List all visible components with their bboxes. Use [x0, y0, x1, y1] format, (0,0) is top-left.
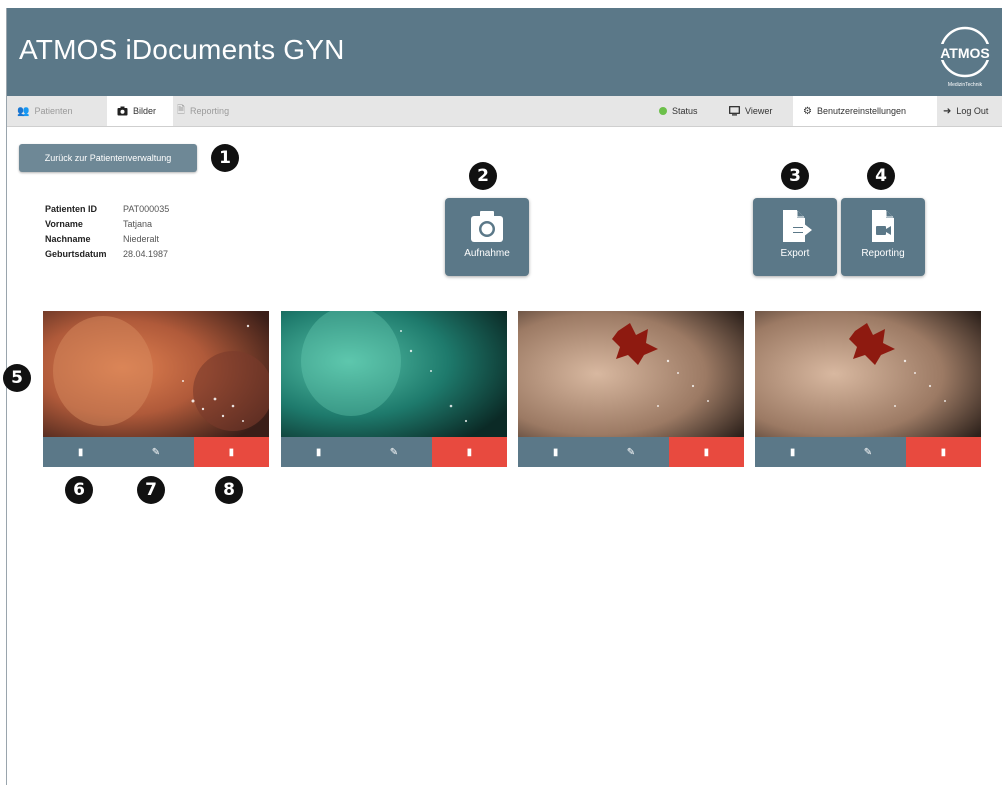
- trash-icon: ▮: [228, 446, 235, 458]
- thumbnail-2-edit-button[interactable]: ✎: [356, 437, 432, 467]
- nav-settings[interactable]: ⚙ Benutzereinstellungen: [793, 96, 937, 126]
- trash-icon: ▮: [703, 446, 710, 458]
- users-icon: 👥: [17, 105, 30, 117]
- marker-8: 8: [215, 476, 243, 504]
- marker-2: 2: [469, 162, 497, 190]
- thumbnail-3-toolbar: ▮ ✎ ▮: [518, 437, 744, 467]
- first-name-value: Tatjana: [123, 219, 153, 229]
- app-frame: ATMOS iDocuments GYN ATMOS MedizinTechni…: [3, 8, 1002, 785]
- gear-icon: ⚙: [803, 105, 812, 117]
- document-icon: ▮: [552, 446, 559, 458]
- nav-logout-label: Log Out: [956, 106, 989, 116]
- nav-status[interactable]: Status: [659, 96, 698, 126]
- marker-4: 4: [867, 162, 895, 190]
- reporting-label: Reporting: [861, 248, 905, 259]
- edit-icon: ✎: [389, 446, 399, 458]
- edit-icon: ✎: [626, 446, 636, 458]
- app-header: ATMOS iDocuments GYN ATMOS MedizinTechni…: [7, 8, 1002, 96]
- first-name-row: Vorname Tatjana: [45, 217, 169, 232]
- nav-viewer[interactable]: Viewer: [729, 96, 772, 126]
- thumbnail-1-document-button[interactable]: ▮: [43, 437, 119, 467]
- patient-id-row: Patienten ID PAT000035: [45, 202, 169, 217]
- birthdate-label: Geburtsdatum: [45, 249, 107, 259]
- nav-settings-label: Benutzereinstellungen: [816, 106, 907, 116]
- marker-6: 6: [65, 476, 93, 504]
- nav-status-label: Status: [672, 106, 698, 116]
- birthdate-value: 28.04.1987: [123, 249, 169, 259]
- camera-icon: [117, 106, 128, 116]
- thumbnail-3-delete-button[interactable]: ▮: [668, 437, 744, 467]
- first-name-label: Vorname: [45, 219, 83, 229]
- document-icon: ▮: [77, 446, 84, 458]
- marker-5: 5: [3, 364, 31, 392]
- export-label: Export: [780, 248, 810, 259]
- thumbnail-1-edit-button[interactable]: ✎: [118, 437, 194, 467]
- thumbnail-1-toolbar: ▮ ✎ ▮: [43, 437, 269, 467]
- navbar: 👥 Patienten Bilder 🗎 Reporting Status Vi…: [7, 96, 1002, 127]
- logout-icon: ➜: [943, 105, 952, 117]
- endoscopy-image-4[interactable]: [755, 311, 981, 437]
- thumbnail-4-document-button[interactable]: ▮: [755, 437, 831, 467]
- tab-patienten-label: Patienten: [34, 106, 73, 116]
- camera-icon: [471, 211, 503, 242]
- image-thumbnail-3[interactable]: ▮ ✎ ▮: [518, 311, 744, 469]
- document-icon: 🗎: [177, 104, 186, 116]
- marker-1: 1: [211, 144, 239, 172]
- nav-viewer-label: Viewer: [745, 106, 773, 116]
- export-button[interactable]: Export: [753, 198, 837, 276]
- marker-7: 7: [137, 476, 165, 504]
- last-name-label: Nachname: [45, 234, 91, 244]
- thumbnail-4-delete-button[interactable]: ▮: [905, 437, 981, 467]
- document-icon: ▮: [789, 446, 796, 458]
- reporting-button[interactable]: Reporting: [841, 198, 925, 276]
- back-to-patient-management-button[interactable]: Zurück zur Patientenverwaltung: [19, 144, 197, 172]
- capture-button[interactable]: Aufnahme: [445, 198, 529, 276]
- edit-icon: ✎: [863, 446, 873, 458]
- birthdate-row: Geburtsdatum 28.04.1987: [45, 247, 169, 262]
- trash-icon: ▮: [940, 446, 947, 458]
- logo-text: ATMOS: [940, 45, 990, 61]
- document-icon: ▮: [315, 446, 322, 458]
- trash-icon: ▮: [466, 446, 473, 458]
- tab-bilder[interactable]: Bilder: [107, 96, 173, 126]
- last-name-value: Niederalt: [123, 234, 160, 244]
- endoscopy-image-1[interactable]: [43, 311, 269, 437]
- file-export-icon: [783, 210, 812, 242]
- last-name-row: Nachname Niederalt: [45, 232, 169, 247]
- marker-3: 3: [781, 162, 809, 190]
- app-title: ATMOS iDocuments GYN: [19, 34, 345, 65]
- nav-logout[interactable]: ➜ Log Out: [943, 96, 988, 126]
- thumbnail-2-toolbar: ▮ ✎ ▮: [281, 437, 507, 467]
- patient-id-label: Patienten ID: [45, 204, 98, 214]
- endoscopy-image-2[interactable]: [281, 311, 507, 437]
- thumbnail-2-document-button[interactable]: ▮: [281, 437, 357, 467]
- tab-reporting-label: Reporting: [190, 106, 230, 116]
- thumbnail-4-toolbar: ▮ ✎ ▮: [755, 437, 981, 467]
- patient-id-value: PAT000035: [123, 204, 170, 214]
- tab-bilder-label: Bilder: [133, 106, 157, 116]
- status-dot-icon: [659, 107, 667, 115]
- image-thumbnail-2[interactable]: ▮ ✎ ▮: [281, 311, 507, 469]
- monitor-icon: [729, 106, 740, 116]
- atmos-logo: ATMOS MedizinTechnik: [935, 26, 995, 88]
- image-thumbnail-1[interactable]: ▮ ✎ ▮: [43, 311, 269, 469]
- thumbnail-3-document-button[interactable]: ▮: [518, 437, 594, 467]
- thumbnail-2-delete-button[interactable]: ▮: [431, 437, 507, 467]
- capture-label: Aufnahme: [464, 248, 510, 259]
- thumbnail-3-edit-button[interactable]: ✎: [593, 437, 669, 467]
- logo-subtext: MedizinTechnik: [948, 82, 983, 88]
- tab-reporting[interactable]: 🗎 Reporting: [173, 96, 233, 126]
- file-video-icon: [872, 210, 894, 242]
- thumbnail-4-edit-button[interactable]: ✎: [830, 437, 906, 467]
- tab-patienten[interactable]: 👥 Patienten: [7, 96, 107, 126]
- patient-info: Patienten ID PAT000035 Vorname Tatjana N…: [45, 202, 169, 262]
- image-thumbnail-4[interactable]: ▮ ✎ ▮: [755, 311, 981, 469]
- edit-icon: ✎: [151, 446, 161, 458]
- thumbnail-1-delete-button[interactable]: ▮: [193, 437, 269, 467]
- endoscopy-image-3[interactable]: [518, 311, 744, 437]
